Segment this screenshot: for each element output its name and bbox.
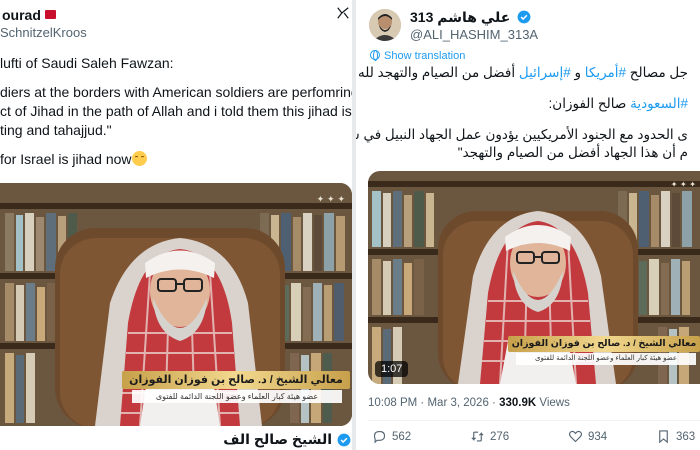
reply-count: 562 (392, 430, 412, 443)
tweet-meta: 10:08 PM · Mar 3, 2026 · 330.9K Views (368, 397, 570, 409)
avatar[interactable] (369, 9, 401, 41)
views-label: Views (539, 397, 570, 409)
left-tweet-header: ourad SchnitzelKroos (0, 0, 352, 44)
text-fragment: جل مصالح (629, 65, 688, 80)
tweet-line: diers at the borders with American soldi… (0, 84, 352, 100)
x-logo-icon (337, 7, 349, 19)
author-name[interactable]: ourad (2, 7, 56, 23)
svg-text:✦ ✦ ✦: ✦ ✦ ✦ (317, 195, 346, 205)
next-tweet-header: الشيخ صالح الف (0, 430, 352, 450)
repost-icon (471, 431, 484, 442)
laughing-emoji-icon (131, 151, 147, 166)
video-caption-subtitle: عضو هيئة كبار العلماء وعضو اللجنة الدائم… (132, 390, 342, 403)
reply-icon (373, 430, 386, 444)
author-name-text[interactable]: علي هاشم 313 (410, 9, 510, 25)
divider (368, 420, 700, 421)
verified-icon (517, 10, 531, 24)
text-fragment: صالح الفوزان: (548, 96, 627, 111)
tweet-line: #السعودية صالح الفوزان: (356, 95, 688, 113)
reply-button[interactable]: 562 (372, 429, 411, 444)
text-fragment: أفضل من الصيام والتهجد لله عزّ وجل (356, 65, 516, 80)
video-caption-subtitle: عضو هيئة كبار العلماء وعضو اللجنة الدائم… (516, 353, 696, 365)
like-button[interactable]: 934 (568, 429, 607, 444)
video-caption-title: معالي الشيخ / د. صالح بن فوزان الفوزان (122, 371, 350, 389)
left-tweet-panel: ourad SchnitzelKroos lufti of Saudi Sale… (0, 0, 352, 450)
tweet-line: جل مصالح #أمريكا و #إسرائيل أفضل من الصي… (356, 64, 688, 82)
tweet-line: م أن هذا الجهاد أفضل من الصيام والتهجد" (457, 145, 688, 160)
tweet-gap (356, 113, 688, 126)
video-caption-title: معالي الشيخ / د. صالح بن فوزان الفوزان (508, 336, 700, 352)
view-count: 330.9K (499, 397, 537, 409)
author-handle[interactable]: @ALI_HASHIM_313A (410, 27, 538, 42)
tweet-line: ct of Jihad in the path of Allah and i t… (0, 103, 352, 119)
author-handle[interactable]: SchnitzelKroos (0, 25, 87, 40)
video-player[interactable]: ✦ ✦ ✦ معالي الشيخ / د. صالح بن فوزان الف… (368, 171, 700, 384)
tweet-line: ى الحدود مع الجنود الأمريكيين يؤدون عمل … (356, 127, 688, 142)
tweet-time[interactable]: 10:08 PM (368, 397, 417, 409)
tweet-actions: 562 276 934 363 (368, 429, 700, 449)
next-author-name[interactable]: الشيخ صالح الف (223, 431, 332, 448)
bookmark-button[interactable]: 363 (656, 429, 695, 444)
svg-text:✦ ✦ ✦: ✦ ✦ ✦ (671, 180, 696, 189)
show-translation-link[interactable]: Show translation (370, 50, 465, 62)
video-duration-badge: 1:07 (375, 361, 409, 377)
like-count: 934 (588, 430, 608, 443)
repost-button[interactable]: 276 (470, 429, 509, 444)
right-tweet-panel: علي هاشم 313 @ALI_HASHIM_313A Show trans… (356, 0, 700, 450)
tweet-gap (0, 140, 352, 150)
text-fragment: و (574, 65, 581, 80)
tweet-gap (356, 82, 688, 95)
video-player[interactable]: ✦ ✦ ✦ معالي الشيخ / د. صالح بن فوزان الف… (0, 183, 352, 426)
avatar-image (369, 9, 401, 41)
tweet-gap (0, 73, 352, 83)
tweet-line: lufti of Saudi Saleh Fawzan: (0, 55, 174, 71)
like-icon (569, 430, 582, 443)
tweet-line-text: for Israel is jihad now (0, 151, 132, 167)
tweet-text: lufti of Saudi Saleh Fawzan: diers at th… (0, 54, 352, 169)
tweet-date[interactable]: Mar 3, 2026 (427, 397, 488, 409)
bookmark-icon (659, 430, 668, 444)
show-translation-label[interactable]: Show translation (384, 50, 465, 62)
flag-icon (44, 10, 56, 19)
globe-icon (370, 50, 380, 61)
repost-count: 276 (490, 430, 510, 443)
author-name-text[interactable]: ourad (2, 7, 41, 23)
verified-icon (337, 433, 351, 447)
tweet-line: ting and tahajjud." (0, 122, 112, 138)
hashtag-link[interactable]: #أمريكا (585, 65, 626, 80)
hashtag-link[interactable]: #السعودية (630, 96, 688, 111)
hashtag-link[interactable]: #إسرائيل (519, 65, 571, 80)
tweet-line-last: for Israel is jihad now (0, 150, 352, 169)
bookmark-count: 363 (676, 430, 696, 443)
author-name[interactable]: علي هاشم 313 (410, 9, 531, 26)
tweet-text: جل مصالح #أمريكا و #إسرائيل أفضل من الصي… (356, 64, 688, 162)
